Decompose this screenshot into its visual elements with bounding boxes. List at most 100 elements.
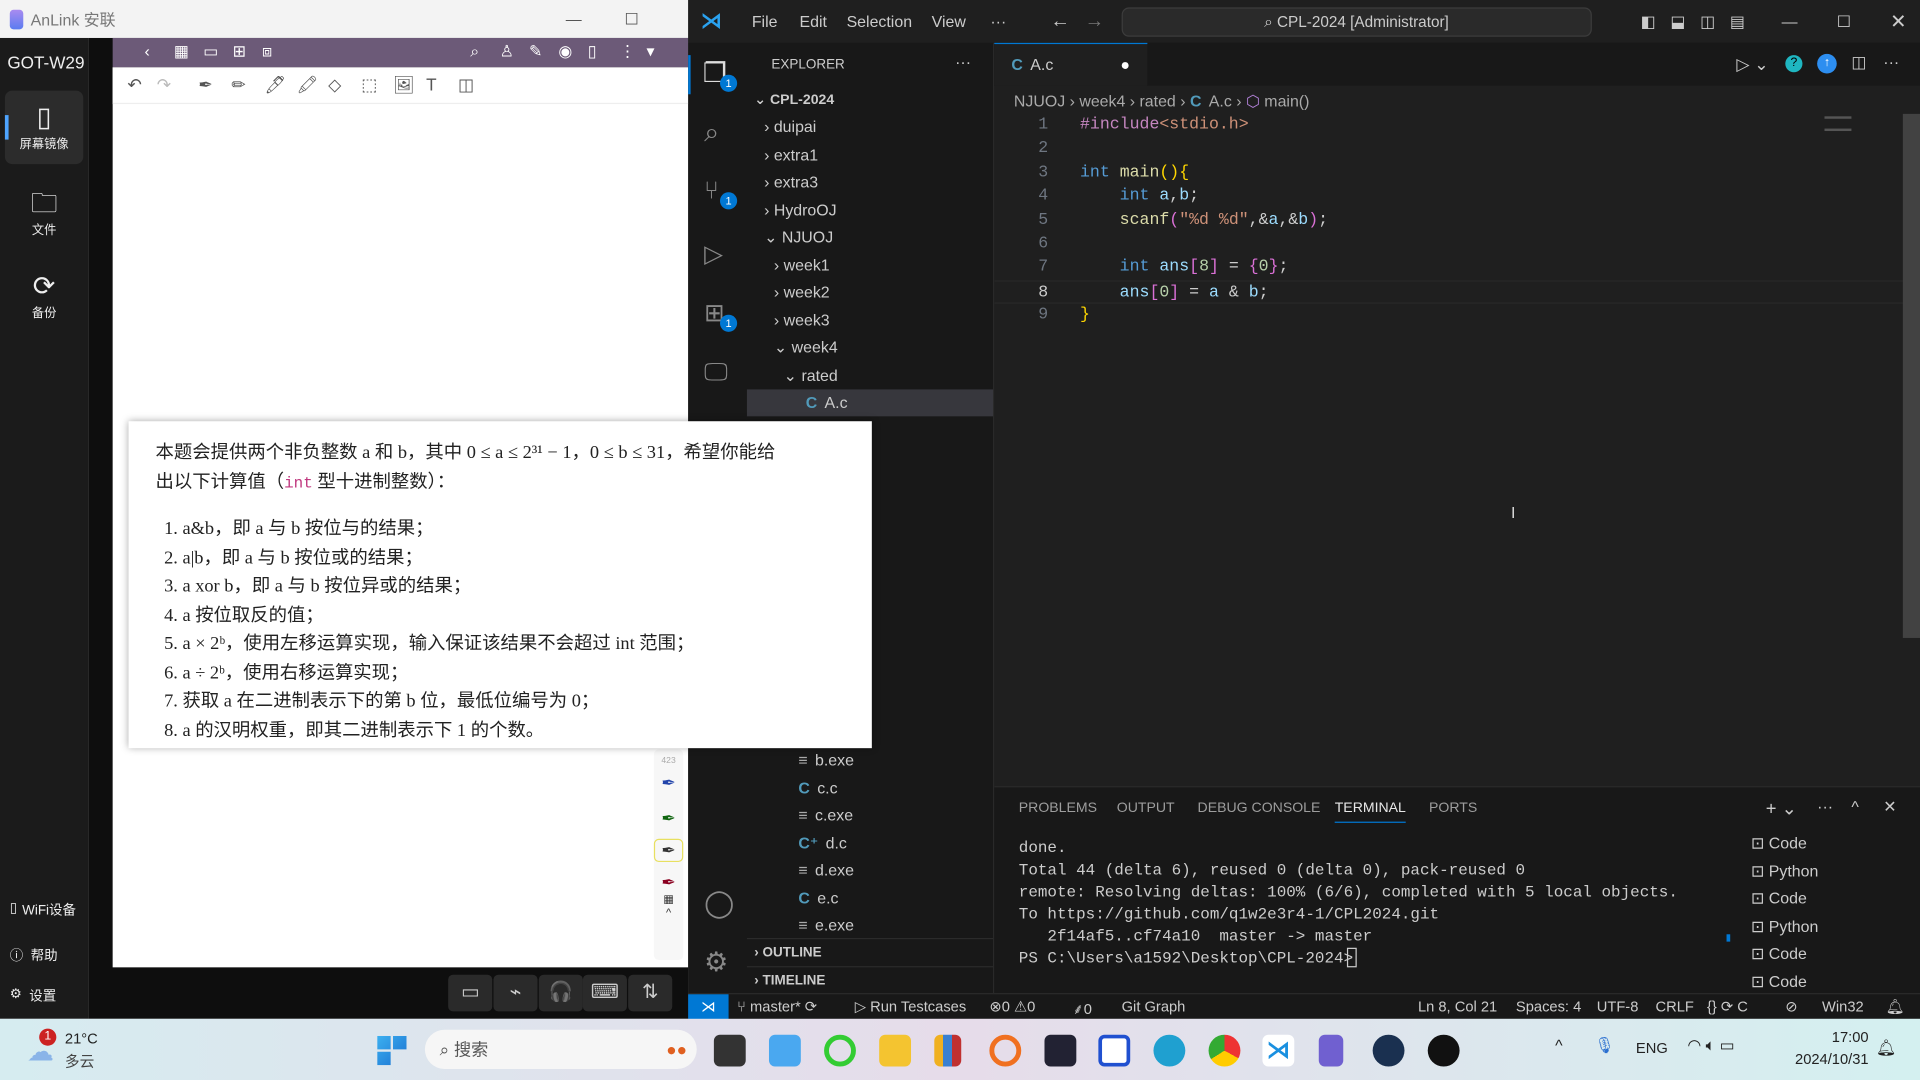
obs-icon[interactable]	[1427, 1034, 1460, 1067]
edge-icon[interactable]	[1153, 1034, 1186, 1067]
more-icon[interactable]: ⋮	[620, 42, 636, 62]
lasso-icon[interactable]: ⬚	[361, 75, 377, 96]
run-icon[interactable]: ▷ ⌄	[1736, 54, 1768, 75]
command-center[interactable]: ⌕ CPL-2024 [Administrator]	[1121, 6, 1592, 37]
steam-icon[interactable]	[1372, 1034, 1405, 1067]
eraser-icon[interactable]: ◇	[328, 75, 341, 96]
input-language[interactable]: ENG	[1636, 1040, 1668, 1057]
explorer-more-icon[interactable]: ···	[955, 53, 971, 71]
crop-icon[interactable]: ⧈	[262, 42, 272, 62]
menu-edit[interactable]: Edit	[800, 12, 827, 30]
pen-blue-icon[interactable]: ✒	[654, 773, 683, 794]
help-icon[interactable]: ?	[1785, 55, 1803, 73]
tree-item[interactable]: ⌄ week4	[747, 334, 993, 361]
platform[interactable]: Win32	[1822, 998, 1864, 1015]
wifi-icon[interactable]: ◠ 🔈︎ ▭	[1687, 1036, 1734, 1056]
eye-icon[interactable]: ◉	[558, 42, 572, 62]
palette-icon[interactable]: ▦	[654, 893, 683, 906]
tree-item[interactable]: C A.c	[746, 389, 994, 417]
terminal-instance[interactable]: ⊡ Python	[1751, 861, 1818, 881]
menu-selection[interactable]: Selection	[847, 12, 912, 30]
code-line[interactable]: 6	[994, 233, 1920, 256]
minimap[interactable]	[1824, 116, 1852, 132]
breadcrumb-item[interactable]: A.c	[1209, 92, 1232, 110]
anlink-taskbar-icon[interactable]	[1318, 1034, 1344, 1067]
pencil-icon[interactable]: ✏	[231, 75, 245, 96]
toggle-secondary-icon[interactable]: ◫	[1700, 12, 1715, 32]
source-control-icon[interactable]: ⑂	[704, 178, 719, 206]
weather[interactable]: 多云	[65, 1051, 94, 1072]
tree-item[interactable]: ≡ e.exe	[747, 912, 993, 939]
eol[interactable]: CRLF	[1656, 998, 1694, 1015]
code-line[interactable]: 5 scanf("%d %d",&a,&b);	[994, 209, 1920, 232]
highlighter-icon[interactable]: 🖍	[296, 75, 318, 96]
language-mode[interactable]: {} ⟳ C	[1707, 998, 1748, 1015]
layout-button[interactable]: ▭	[448, 974, 493, 1012]
encoding[interactable]: UTF-8	[1597, 998, 1639, 1015]
indentation[interactable]: Spaces: 4	[1516, 998, 1581, 1015]
tree-item[interactable]: › extra3	[747, 169, 993, 196]
show-hidden-icons[interactable]: ^	[1555, 1036, 1562, 1054]
clock[interactable]: 17:00	[1790, 1029, 1869, 1046]
unsaved-dot-icon[interactable]: ●	[1120, 44, 1130, 86]
breadcrumb-item[interactable]: NJUOJ	[1014, 92, 1065, 110]
pen-green-icon[interactable]: ✒	[654, 808, 683, 829]
copilot-app-icon[interactable]	[768, 1034, 801, 1067]
collapse-icon[interactable]: ^	[654, 906, 683, 918]
remote-icon[interactable]: ⋊	[688, 994, 729, 1021]
tree-item[interactable]: ⌄ NJUOJ	[747, 224, 993, 251]
scrollbar[interactable]	[1902, 113, 1920, 638]
chart-app-icon[interactable]	[934, 1034, 962, 1067]
forward-arrow-icon[interactable]: →	[1085, 10, 1105, 32]
sidebar-item-wifi[interactable]: ▯ WiFi设备	[10, 900, 83, 920]
manage-gear-icon[interactable]: ⚙	[704, 947, 728, 979]
temperature[interactable]: 21°C	[65, 1030, 98, 1047]
maximize-button[interactable]: ☐	[624, 9, 638, 29]
bell-icon[interactable]: 🔔︎	[1886, 998, 1905, 1015]
split-editor-icon[interactable]: ◫	[1851, 53, 1866, 73]
fountain-pen-icon[interactable]: ✒	[198, 75, 212, 96]
notification-icon[interactable]: 🔔︎	[1876, 1038, 1896, 1058]
shape-icon[interactable]: ◫	[458, 75, 474, 96]
tab-a-c[interactable]: C A.c ●	[994, 42, 1148, 86]
tree-item[interactable]: › week3	[747, 307, 993, 334]
tree-item[interactable]: ≡ c.exe	[747, 802, 993, 829]
panel-tab-terminal[interactable]: TERMINAL	[1334, 801, 1406, 823]
code-line[interactable]: 7 int ans[8] = {0};	[994, 256, 1920, 279]
tree-item[interactable]: › week2	[747, 279, 993, 306]
back-icon[interactable]: ‹	[144, 42, 149, 60]
sidebar-item-backup[interactable]: ⟳ 备份	[0, 271, 88, 321]
transfer-button[interactable]: ⇅	[628, 974, 673, 1012]
panel-more-icon[interactable]: ···	[1817, 797, 1833, 815]
terminal-instance[interactable]: ⊡ Code	[1751, 944, 1807, 964]
code-line[interactable]: 9}	[994, 304, 1920, 327]
code-line[interactable]: 1 #include<stdio.h>	[994, 114, 1920, 137]
redo-icon[interactable]: ↷	[157, 75, 171, 96]
upload-icon[interactable]: ↑	[1817, 53, 1837, 74]
branch-status[interactable]: ⑂ master* ⟳	[737, 998, 817, 1015]
new-terminal-icon[interactable]: + ⌄	[1766, 797, 1797, 819]
pen-red-icon[interactable]: ✒	[654, 872, 683, 893]
breadcrumb-item[interactable]: week4	[1079, 92, 1125, 110]
terminal-instance[interactable]: ⊡ Code	[1751, 889, 1807, 909]
shirt-icon[interactable]: ♙	[500, 42, 514, 62]
breadcrumb-item[interactable]: rated	[1140, 92, 1176, 110]
maximize-panel-icon[interactable]: ^	[1851, 797, 1858, 815]
account-icon[interactable]: ◯	[704, 888, 734, 920]
sidebar-item-mirror[interactable]: ▯ 屏幕镜像	[0, 102, 88, 152]
tree-item[interactable]: ≡ b.exe	[747, 747, 993, 774]
add-page-icon[interactable]: ⊞	[233, 42, 246, 62]
tree-item[interactable]: › week1	[747, 252, 993, 279]
date[interactable]: 2024/10/31	[1790, 1051, 1869, 1068]
vscode-taskbar-icon[interactable]: ⋊	[1262, 1034, 1295, 1067]
file-explorer-icon[interactable]	[879, 1034, 912, 1067]
minimize-button[interactable]: —	[566, 10, 582, 28]
terminal-instance[interactable]: ⊡ Code	[1751, 834, 1807, 854]
usb-button[interactable]: ⌁	[493, 974, 538, 1012]
terminal-instance[interactable]: ⊡ Python	[1751, 917, 1818, 937]
search-app-icon[interactable]	[989, 1034, 1022, 1067]
code-line[interactable]: 8 ans[0] = a & b;	[994, 280, 1920, 304]
tree-item[interactable]: › extra1	[747, 141, 993, 168]
minimize-button[interactable]: —	[1782, 12, 1798, 30]
menu-view[interactable]: View	[932, 12, 966, 30]
